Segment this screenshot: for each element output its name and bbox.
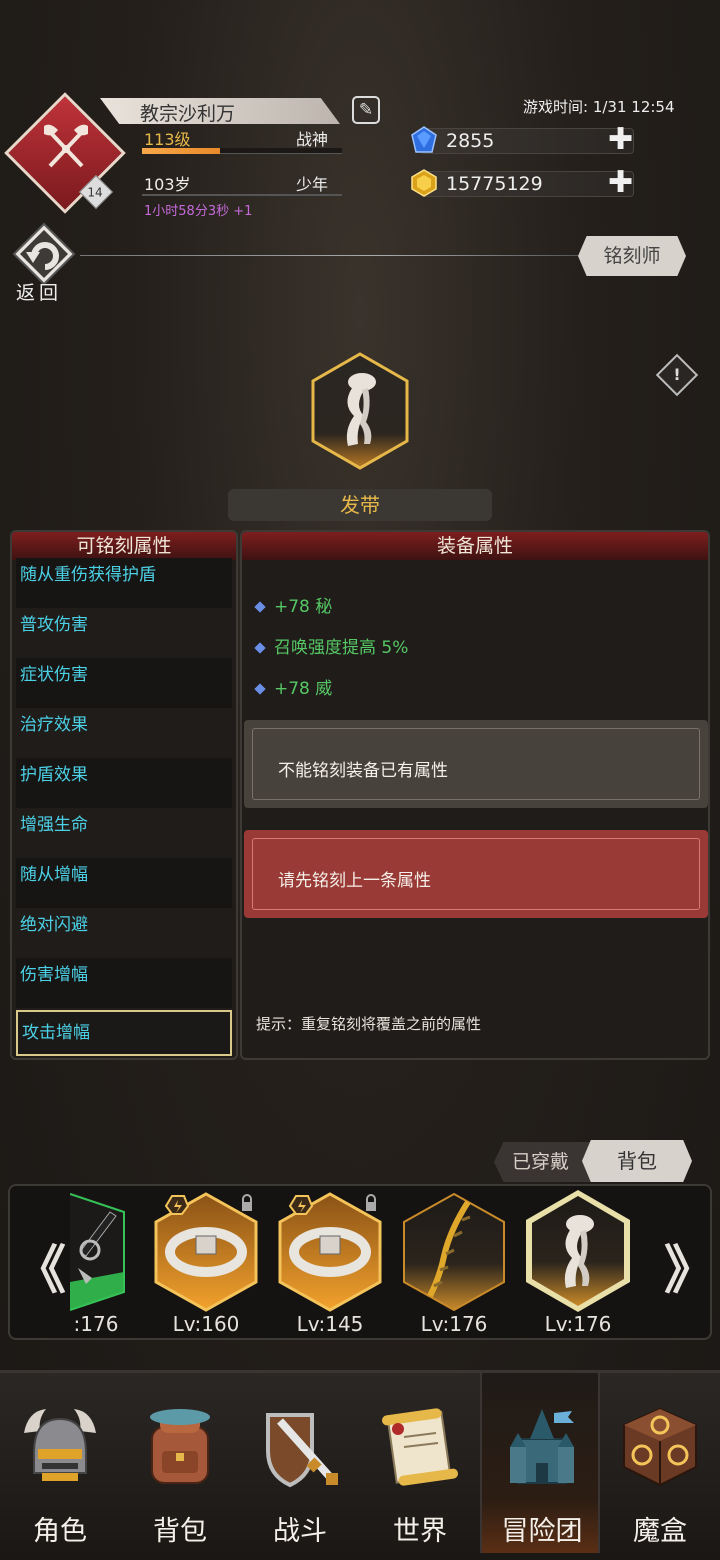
- engrave-attribute-item[interactable]: 症状伤害: [16, 658, 232, 708]
- slot-level: :176: [73, 1312, 119, 1336]
- nav-label: 冒险团: [501, 1516, 583, 1547]
- back-arrow-icon: [12, 222, 76, 286]
- diamond-bullet-icon: [254, 642, 266, 654]
- info-warning-icon[interactable]: !: [655, 353, 699, 397]
- player-level: 113级: [144, 130, 191, 149]
- gold-gem-icon: [410, 169, 438, 197]
- selected-item-slot: [310, 352, 410, 470]
- age-timer: 1小时58分3秒 +1: [144, 204, 253, 219]
- engrave-attribute-item[interactable]: 伤害增幅: [16, 958, 232, 1008]
- engrave-attribute-item[interactable]: 治疗效果: [16, 708, 232, 758]
- add-diamond-button[interactable]: ✚: [608, 125, 633, 155]
- xp-bar-fill: [142, 148, 220, 154]
- engrave-attribute-item[interactable]: 随从增幅: [16, 858, 232, 908]
- engrave-attribute-item[interactable]: 绝对闪避: [16, 908, 232, 958]
- add-gold-button[interactable]: ✚: [608, 168, 633, 198]
- crossed-axes-icon: [38, 120, 94, 176]
- slot-level: Lv:145: [296, 1312, 364, 1336]
- age-stage: 少年: [296, 175, 329, 194]
- diamond-icon: [410, 126, 438, 154]
- equipment-slot[interactable]: [70, 1192, 134, 1312]
- equipment-slot[interactable]: [152, 1192, 260, 1312]
- engrave-attribute-item[interactable]: 攻击增幅: [16, 1010, 232, 1056]
- slot-level: Lv:160: [172, 1312, 240, 1336]
- item-name: 发带: [340, 493, 380, 517]
- engrave-slot-2-message: 请先铭刻上一条属性: [278, 871, 431, 891]
- diamond-bullet-icon: [254, 683, 266, 695]
- engrave-slot-1-message: 不能铭刻装备已有属性: [278, 761, 448, 781]
- nav-tab-adventure-team[interactable]: 冒险团: [480, 1373, 600, 1553]
- nav-label: 背包: [153, 1516, 207, 1547]
- edit-icon[interactable]: ✎: [352, 96, 380, 124]
- castle-icon: [510, 1409, 574, 1484]
- divider: [142, 194, 342, 196]
- engrave-attribute-item[interactable]: 随从重伤获得护盾: [16, 558, 232, 608]
- rank-title: 战神: [296, 130, 329, 149]
- magic-box-icon: [623, 1407, 697, 1487]
- backpack-icon: [150, 1409, 210, 1484]
- game-time: 游戏时间: 1/31 12:54: [523, 98, 675, 116]
- equip-panel-title: 装备属性: [242, 532, 708, 560]
- divider: [80, 255, 580, 256]
- back-label: 返回: [16, 282, 63, 304]
- engrave-hint: 提示：重复铭刻将覆盖之前的属性: [256, 1015, 482, 1033]
- equip-stat: +78 威: [254, 674, 332, 699]
- nav-tab-backpack[interactable]: 背包: [120, 1373, 240, 1553]
- equip-stat: 召唤强度提高 5%: [254, 633, 408, 658]
- nav-label: 魔盒: [633, 1516, 687, 1547]
- engrave-attribute-item[interactable]: 护盾效果: [16, 758, 232, 808]
- engrave-panel-title: 可铭刻属性: [12, 532, 236, 560]
- scroll-map-icon: [381, 1408, 459, 1486]
- carousel-prev-button[interactable]: 《: [14, 1228, 66, 1303]
- back-button[interactable]: [12, 222, 76, 286]
- nav-tab-battle[interactable]: 战斗: [240, 1373, 360, 1553]
- nav-tab-world[interactable]: 世界: [360, 1373, 480, 1553]
- lock-icon: [242, 1202, 252, 1211]
- player-age: 103岁: [144, 175, 191, 194]
- engraver-button[interactable]: 铭刻师: [578, 236, 686, 276]
- equipment-slot-selected[interactable]: [524, 1188, 632, 1314]
- engrave-attribute-item[interactable]: 普攻伤害: [16, 608, 232, 658]
- tab-backpack[interactable]: 背包: [582, 1140, 692, 1182]
- bottom-nav: 角色 背包 战斗 世界 冒险团 魔盒: [0, 1370, 720, 1560]
- diamond-bullet-icon: [254, 601, 266, 613]
- player-name: 教宗沙利万: [140, 103, 236, 125]
- sword-shield-icon: [266, 1413, 338, 1488]
- nav-tab-magic-box[interactable]: 魔盒: [600, 1373, 720, 1553]
- lock-icon: [366, 1202, 376, 1211]
- equip-stat: +78 秘: [254, 592, 332, 617]
- engrave-attribute-list: 随从重伤获得护盾 普攻伤害 症状伤害 治疗效果 护盾效果 增强生命 随从增幅 绝对闪避 伤害增幅…: [16, 558, 232, 1056]
- carousel-next-button[interactable]: 》: [664, 1228, 716, 1303]
- nav-label: 世界: [393, 1516, 447, 1547]
- nav-label: 角色: [33, 1516, 87, 1547]
- equipment-slot[interactable]: [400, 1192, 508, 1312]
- nav-label: 战斗: [273, 1516, 327, 1547]
- slot-level: Lv:176: [544, 1312, 612, 1336]
- gold-amount: 15775129: [446, 173, 543, 195]
- diamond-amount: 2855: [446, 130, 495, 152]
- equipment-slot[interactable]: [276, 1192, 384, 1312]
- slot-level: Lv:176: [420, 1312, 488, 1336]
- engrave-attribute-item[interactable]: 增强生命: [16, 808, 232, 858]
- helmet-icon: [24, 1409, 96, 1481]
- nav-tab-character[interactable]: 角色: [0, 1373, 120, 1553]
